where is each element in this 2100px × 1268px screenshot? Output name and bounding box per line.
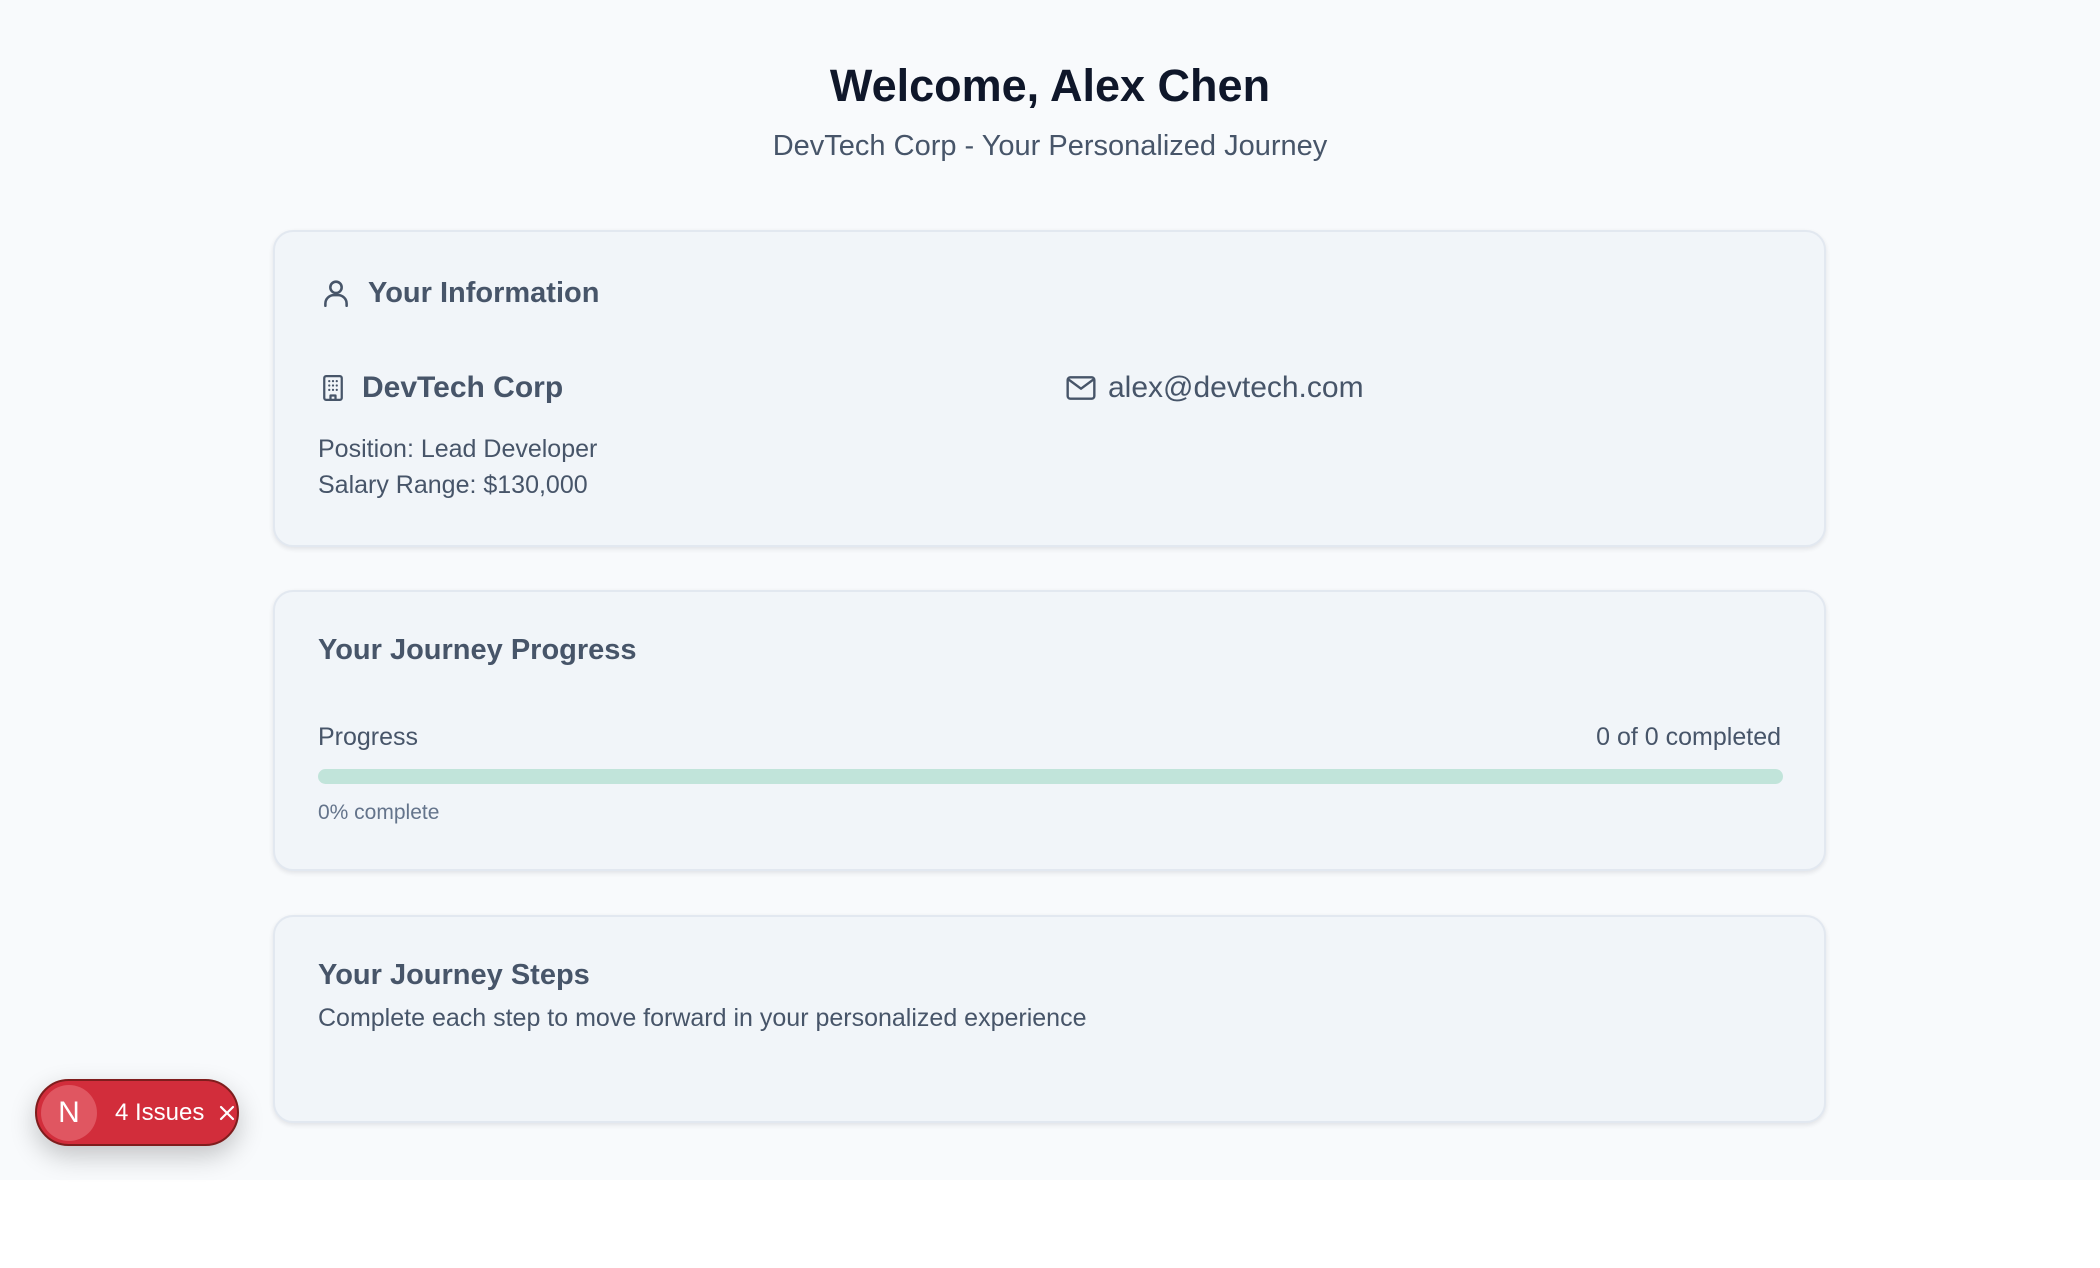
journey-steps-description: Complete each step to move forward in yo… <box>318 1004 1087 1032</box>
progress-label: Progress <box>318 723 419 751</box>
nextjs-logo[interactable]: N <box>41 1085 97 1141</box>
email-address: alex@devtech.com <box>1108 371 1364 404</box>
page-header: Welcome, Alex Chen DevTech Corp - Your P… <box>0 56 2100 166</box>
position-text: Position: Lead Developer <box>318 435 598 463</box>
company-name: DevTech Corp <box>362 371 564 404</box>
information-card: Your Information DevTech Corp alex@devte… <box>273 230 1826 547</box>
information-card-title: Your Information <box>368 277 600 309</box>
issues-count-label[interactable]: 4 Issues <box>115 1095 204 1131</box>
progress-percent-text: 0% complete <box>318 801 440 824</box>
journey-steps-card: Your Journey Steps Complete each step to… <box>273 915 1826 1123</box>
mail-icon <box>1066 376 1096 400</box>
issues-badge[interactable]: N 4 Issues <box>35 1079 239 1146</box>
page-background: Welcome, Alex Chen DevTech Corp - Your P… <box>0 0 2100 1180</box>
close-icon[interactable] <box>217 1103 237 1123</box>
page-subtitle: DevTech Corp - Your Personalized Journey <box>772 130 1328 162</box>
journey-progress-title: Your Journey Progress <box>318 634 637 666</box>
progress-bar <box>318 769 1783 784</box>
journey-steps-title: Your Journey Steps <box>318 959 590 991</box>
progress-count: 0 of 0 completed <box>1596 723 1781 751</box>
user-icon <box>324 280 348 308</box>
page-title: Welcome, Alex Chen <box>829 60 1271 111</box>
salary-range-text: Salary Range: $130,000 <box>318 471 588 499</box>
journey-progress-card: Your Journey Progress Progress 0 of 0 co… <box>273 590 1826 871</box>
building-icon <box>323 375 343 401</box>
